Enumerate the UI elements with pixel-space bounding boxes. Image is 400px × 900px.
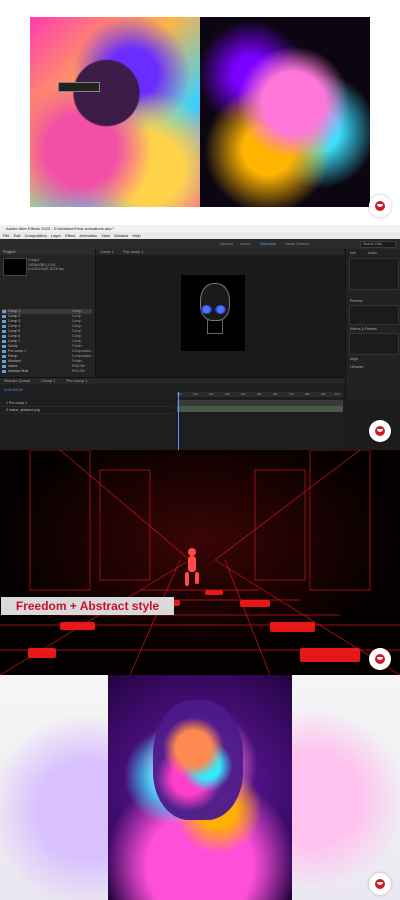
panel-align[interactable]: Align [350,357,358,361]
poster-background-left [0,675,108,900]
project-thumbnail [3,258,27,276]
menu-edit[interactable]: Edit [14,233,21,238]
tab-timeline-pre-comp-1[interactable]: Pre-comp 1 [67,378,88,383]
abstract-portrait-right [200,17,370,207]
timecode[interactable]: 0;00;00;00 [4,387,23,392]
panel-info[interactable]: Info [350,251,356,255]
abstract-portrait-left [30,17,200,207]
neon-corridor-panel: Freedom + Abstract style [0,450,400,675]
artwork-panel-1 [0,0,400,225]
project-tab[interactable]: Project [0,249,95,255]
left-lens [201,305,212,314]
effects-search[interactable] [349,333,399,355]
right-lens [215,305,226,314]
project-list: Comp 1 Comp Comp 2 Comp Comp 3 Comp Comp 4C… [2,309,92,374]
brand-logo-icon [369,420,391,442]
poster-background-right [292,675,400,900]
panel-audio[interactable]: Audio [368,251,377,255]
tab-comp-1[interactable]: Comp 1 [100,249,114,254]
tab-pre-comp-1[interactable]: Pre-comp 1 [123,249,144,254]
project-info: Comp1 1920x1080 (1.00) Δ 0;00;10;00, 30.… [28,258,65,271]
menu-help[interactable]: Help [132,233,140,238]
label-overlay [58,82,100,92]
panel-libraries[interactable]: Libraries [350,365,363,369]
brand-logo-icon [369,648,391,670]
playhead[interactable] [178,392,179,450]
list-item[interactable]: Abstract final PNG file [2,369,92,374]
panel-effects[interactable]: Effects & Presets [350,327,377,331]
brand-logo-icon [369,873,391,895]
right-panels: Info Audio Preview Effects & Presets Ali… [345,249,400,399]
layer-list: 1 Pre-comp 1 2 statue_abstract.png [0,400,175,414]
editor-screenshot-panel: Adobe After Effects 2020 - D:\Abstract\F… [0,225,400,450]
preview-controls[interactable] [349,305,399,325]
abstract-face [153,700,243,820]
tab-render-queue[interactable]: Render Queue [4,378,30,383]
workspace-small-screen[interactable]: Small Screen [285,241,309,246]
timeline-tabs: Render Queue Comp 1 Pre-comp 1 [0,378,345,384]
statue-neck [207,319,223,334]
menu-animation[interactable]: Animation [79,233,97,238]
menu-composition[interactable]: Composition [25,233,47,238]
comp-tabs: Comp 1 Pre-comp 1 [96,249,344,255]
menu-layer[interactable]: Layer [51,233,61,238]
search-input[interactable]: Search Help [360,241,396,248]
menu-view[interactable]: View [101,233,110,238]
abstract-poster [108,675,292,900]
layer-row[interactable]: 1 Pre-comp 1 [0,400,175,407]
comp-canvas[interactable] [181,275,245,351]
info-block [349,258,399,290]
caption-banner: Freedom + Abstract style [1,597,174,615]
neon-scene [0,450,400,675]
time-ruler[interactable]: 00s 01s 02s 03s 04s 05s 06s 07s 08s 09s … [177,392,343,397]
panel-preview[interactable]: Preview [350,299,362,303]
timeline-panel: Render Queue Comp 1 Pre-comp 1 0;00;00;0… [0,377,345,450]
tab-timeline-comp-1[interactable]: Comp 1 [41,378,55,383]
menu-bar: File Edit Composition Layer Effect Anima… [0,232,400,239]
workspace-learn[interactable]: Learn [240,241,250,246]
workspace-standard[interactable]: Standard [260,241,276,246]
statue-head [200,283,230,321]
menu-effect[interactable]: Effect [65,233,75,238]
poster-panel [0,675,400,900]
layer-row[interactable]: 2 statue_abstract.png [0,407,175,414]
window-title: Adobe After Effects 2020 - D:\Abstract\F… [0,225,400,232]
menu-window[interactable]: Window [114,233,128,238]
layer-bar[interactable] [177,406,343,412]
menu-file[interactable]: File [3,233,9,238]
brand-logo-icon [369,195,391,217]
workspace-default[interactable]: Default [220,241,233,246]
